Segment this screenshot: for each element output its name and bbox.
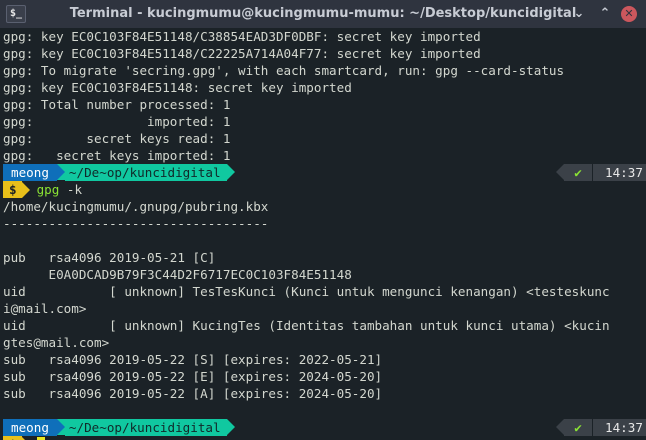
command-args: -k [59,182,83,197]
terminal-viewport[interactable]: gpg: key EC0C103F84E51148/C38854EAD3DF0D… [3,28,646,440]
output-line: gpg: imported: 1 [3,114,231,129]
output-line: gpg: key EC0C103F84E51148: secret key im… [3,80,352,95]
output-line: sub rsa4096 2019-05-22 [E] [expires: 202… [3,369,383,384]
powerline-separator [56,164,65,180]
prompt-symbol: $ [3,181,22,198]
output-line: /home/kucingmumu/.gnupg/pubring.kbx [3,199,269,214]
prompt-user: meong [3,164,57,181]
window-title: Terminal - kucingmumu@kucingmumu-mumu: ~… [69,6,577,21]
minimize-button[interactable]: ⌄ [571,6,587,22]
powerline-separator [56,419,65,435]
terminal-window: $_ Terminal - kucingmumu@kucingmumu-mumu… [0,0,646,440]
powerline-separator [556,419,564,435]
prompt-time: 14:37 [593,419,646,436]
prompt-symbol: $ [3,436,22,440]
powerline-separator [21,436,30,440]
text-cursor[interactable] [36,436,45,440]
output-line: sub rsa4096 2019-05-22 [A] [expires: 202… [3,386,383,401]
output-line: gpg: Total number processed: 1 [3,97,231,112]
output-line: gpg: key EC0C103F84E51148/C22225A714A04F… [3,46,481,61]
prompt-path: ~/De~op/kuncidigital [64,164,227,181]
output-line: ----------------------------------- [3,216,269,231]
status-check-icon: ✔ [564,419,592,436]
prompt-bar: meong ~/De~op/kuncidigital ✔ 14:37 [3,419,646,436]
output-line: gpg: secret keys read: 1 [3,131,231,146]
status-check-icon: ✔ [564,164,592,181]
prompt-bar: meong ~/De~op/kuncidigital ✔ 14:37 [3,164,646,181]
output-line: i@mail.com> [3,301,87,316]
prompt-user: meong [3,419,57,436]
output-line: pub rsa4096 2019-05-21 [C] [3,250,216,265]
prompt-time: 14:37 [593,164,646,181]
prompt-path: ~/De~op/kuncidigital [64,419,227,436]
powerline-separator [226,419,235,435]
title-bar[interactable]: $_ Terminal - kucingmumu@kucingmumu-mumu… [0,0,646,28]
output-line: uid [ unknown] TesTesKunci (Kunci untuk … [3,284,610,299]
maximize-button[interactable]: ⌃ [597,6,613,22]
output-line: gtes@mail.com> [3,335,110,350]
command-name: gpg [36,182,60,197]
close-button[interactable]: ✕ [621,6,637,22]
powerline-separator [556,164,564,180]
output-line: sub rsa4096 2019-05-22 [S] [expires: 202… [3,352,383,367]
command-line: $ gpg -k [3,181,646,198]
output-line: gpg: To migrate 'secring.gpg', with each… [3,63,565,78]
powerline-separator [226,164,235,180]
output-line: E0A0DCAD9B79F3C44D2F6717EC0C103F84E51148 [3,267,352,282]
output-line: gpg: key EC0C103F84E51148/C38854EAD3DF0D… [3,29,481,44]
output-line: uid [ unknown] KucingTes (Identitas tamb… [3,318,610,333]
powerline-separator [21,181,30,198]
active-command-line[interactable]: $ [3,436,646,440]
output-line: gpg: secret keys imported: 1 [3,148,231,163]
